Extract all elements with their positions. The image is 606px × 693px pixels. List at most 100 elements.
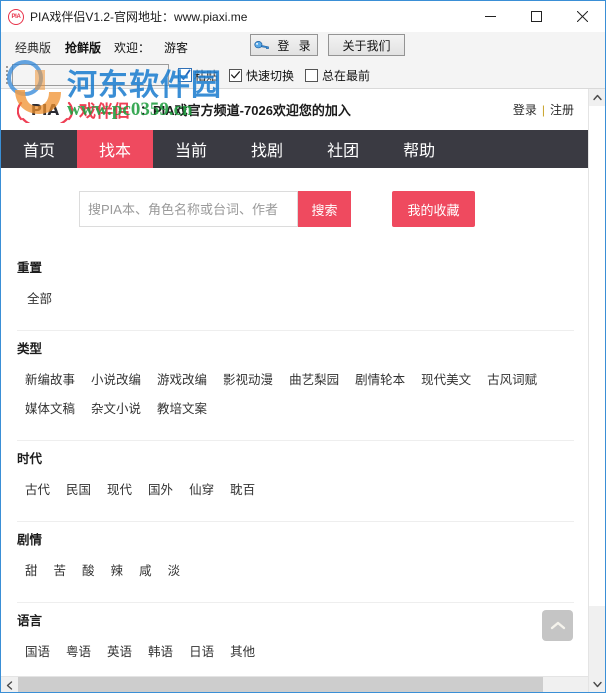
nav-item-current[interactable]: 当前 <box>153 130 229 168</box>
chevron-left-icon <box>6 680 13 690</box>
filter-option[interactable]: 国外 <box>140 479 181 498</box>
site-navigation: 首页 找本 当前 找剧 社团 帮助 <box>1 130 588 168</box>
filter-options-type: 新编故事 小说改编 游戏改编 影视动漫 曲艺梨园 剧情轮本 现代美文 古风词赋 … <box>17 369 574 427</box>
current-user-label: 游客 <box>164 40 189 55</box>
login-button-label: 登 录 <box>277 38 314 53</box>
filter-option[interactable]: 英语 <box>99 641 140 660</box>
close-button[interactable] <box>559 1 605 32</box>
filter-option[interactable]: 全部 <box>17 288 60 307</box>
filter-option[interactable]: 耽百 <box>222 479 263 498</box>
filter-option[interactable]: 淡 <box>160 560 189 579</box>
filter-option[interactable]: 现代 <box>99 479 140 498</box>
embedded-browser: PIA 戏伴侣 ：PIA戏官方频道-7026欢迎您的加入 登录 | 注册 首页 … <box>1 89 605 693</box>
filter-option[interactable]: 国语 <box>17 641 58 660</box>
filter-option[interactable]: 粤语 <box>58 641 99 660</box>
horizontal-scroll-thumb[interactable] <box>18 676 543 692</box>
chevron-up-small-icon <box>593 94 602 101</box>
filter-option[interactable]: 辣 <box>103 560 132 579</box>
minimize-icon <box>484 16 496 17</box>
filter-options-plot: 甜 苦 酸 辣 咸 淡 <box>17 560 574 589</box>
search-section: 搜索 我的收藏 <box>1 168 588 250</box>
site-logo[interactable]: PIA 戏伴侣 <box>17 97 130 123</box>
filter-option[interactable]: 媒体文稿 <box>17 398 83 417</box>
filter-options-era: 古代 民国 现代 国外 仙穿 耽百 <box>17 479 574 508</box>
filter-option[interactable]: 仙穿 <box>181 479 222 498</box>
tab-classic-version[interactable]: 经典版 <box>8 39 58 56</box>
filter-option[interactable]: 日语 <box>181 641 222 660</box>
search-button[interactable]: 搜索 <box>298 191 351 227</box>
paste-text-input[interactable] <box>12 64 169 86</box>
quick-switch-checkbox[interactable]: 快速切换 <box>229 67 294 84</box>
chevron-down-small-icon <box>593 681 602 688</box>
minimize-button[interactable] <box>467 1 513 32</box>
auth-separator: | <box>541 102 545 117</box>
filter-option[interactable]: 咸 <box>131 560 160 579</box>
search-group: 搜索 <box>79 191 351 227</box>
toolbar-row-bottom: 粘贴 快速切换 总在最前 <box>1 62 605 88</box>
filter-options-language: 国语 粤语 英语 韩语 日语 其他 <box>17 641 574 670</box>
key-icon <box>254 41 270 49</box>
filter-option[interactable]: 小说改编 <box>83 369 149 388</box>
scroll-up-button[interactable] <box>589 89 605 106</box>
toolbar-drag-handle[interactable] <box>3 64 10 86</box>
filter-option[interactable]: 新编故事 <box>17 369 83 388</box>
filter-title-plot: 剧情 <box>17 533 43 547</box>
about-button-label: 关于我们 <box>342 38 391 53</box>
login-button[interactable]: 登 录 <box>250 34 318 56</box>
nav-item-find-drama[interactable]: 找剧 <box>229 130 305 168</box>
back-to-top-button[interactable] <box>542 610 573 641</box>
filter-option[interactable]: 影视动漫 <box>215 369 281 388</box>
nav-item-club[interactable]: 社团 <box>305 130 381 168</box>
paste-button-label: 粘贴 <box>194 68 219 83</box>
maximize-button[interactable] <box>513 1 559 32</box>
scroll-down-button[interactable] <box>589 676 605 692</box>
filter-option[interactable]: 游戏改编 <box>149 369 215 388</box>
app-logo-icon: PIA <box>8 8 24 25</box>
nav-item-home[interactable]: 首页 <box>1 130 77 168</box>
horizontal-scroll-track[interactable] <box>18 676 588 692</box>
header-register-link[interactable]: 注册 <box>550 101 574 118</box>
filter-option[interactable]: 苦 <box>46 560 75 579</box>
filter-title-language: 语言 <box>17 614 43 628</box>
paste-button[interactable]: 粘贴 <box>178 67 218 84</box>
my-favorites-button[interactable]: 我的收藏 <box>392 191 475 227</box>
window-controls <box>467 1 605 32</box>
filter-option[interactable]: 韩语 <box>140 641 181 660</box>
filter-option[interactable]: 曲艺梨园 <box>281 369 347 388</box>
scroll-left-button[interactable] <box>1 677 18 693</box>
chevron-up-icon <box>550 621 565 630</box>
app-toolbar: 经典版 抢鲜版 欢迎： 游客 登 录 关于我们 粘贴 快速切换 总在最前 河东软… <box>1 32 605 120</box>
application-window: PIA PIA戏伴侣V1.2-官网地址：www.piaxi.me 经典版 抢鲜版… <box>0 0 606 693</box>
vertical-scroll-thumb[interactable] <box>589 106 605 606</box>
filter-block-language: 语言 国语 粤语 英语 韩语 日语 其他 <box>17 603 574 684</box>
vertical-scrollbar[interactable] <box>588 89 605 692</box>
nav-item-help[interactable]: 帮助 <box>381 130 457 168</box>
filter-option[interactable]: 现代美文 <box>413 369 479 388</box>
filter-option[interactable]: 酸 <box>74 560 103 579</box>
filter-option[interactable]: 古代 <box>17 479 58 498</box>
filter-option[interactable]: 甜 <box>17 560 46 579</box>
title-bar-left: PIA PIA戏伴侣V1.2-官网地址：www.piaxi.me <box>1 8 247 25</box>
welcome-label: 欢迎： <box>114 40 151 55</box>
always-on-top-checkbox[interactable]: 总在最前 <box>305 67 370 84</box>
header-auth-links: 登录 | 注册 <box>513 101 574 118</box>
nav-item-find-script[interactable]: 找本 <box>77 130 154 168</box>
maximize-icon <box>530 11 542 22</box>
filter-block-era: 时代 古代 民国 现代 国外 仙穿 耽百 <box>17 441 574 522</box>
horizontal-scrollbar[interactable] <box>1 676 588 693</box>
filter-option[interactable]: 民国 <box>58 479 99 498</box>
about-button[interactable]: 关于我们 <box>328 34 405 56</box>
checkbox-unchecked-icon <box>305 68 319 82</box>
filter-block-reset: 重置 全部 <box>17 250 574 331</box>
filter-options-reset: 全部 <box>17 288 574 317</box>
filter-option[interactable]: 剧情轮本 <box>347 369 413 388</box>
filter-option[interactable]: 教培文案 <box>149 398 215 417</box>
search-input[interactable] <box>79 191 298 227</box>
filter-option[interactable]: 杂文小说 <box>83 398 149 417</box>
header-login-link[interactable]: 登录 <box>513 101 537 118</box>
filter-option[interactable]: 古风词赋 <box>479 369 545 388</box>
filter-option[interactable]: 其他 <box>222 641 263 660</box>
logo-pia-text: PIA <box>30 100 60 119</box>
tab-beta-version[interactable]: 抢鲜版 <box>58 39 108 56</box>
filter-block-plot: 剧情 甜 苦 酸 辣 咸 淡 <box>17 522 574 603</box>
